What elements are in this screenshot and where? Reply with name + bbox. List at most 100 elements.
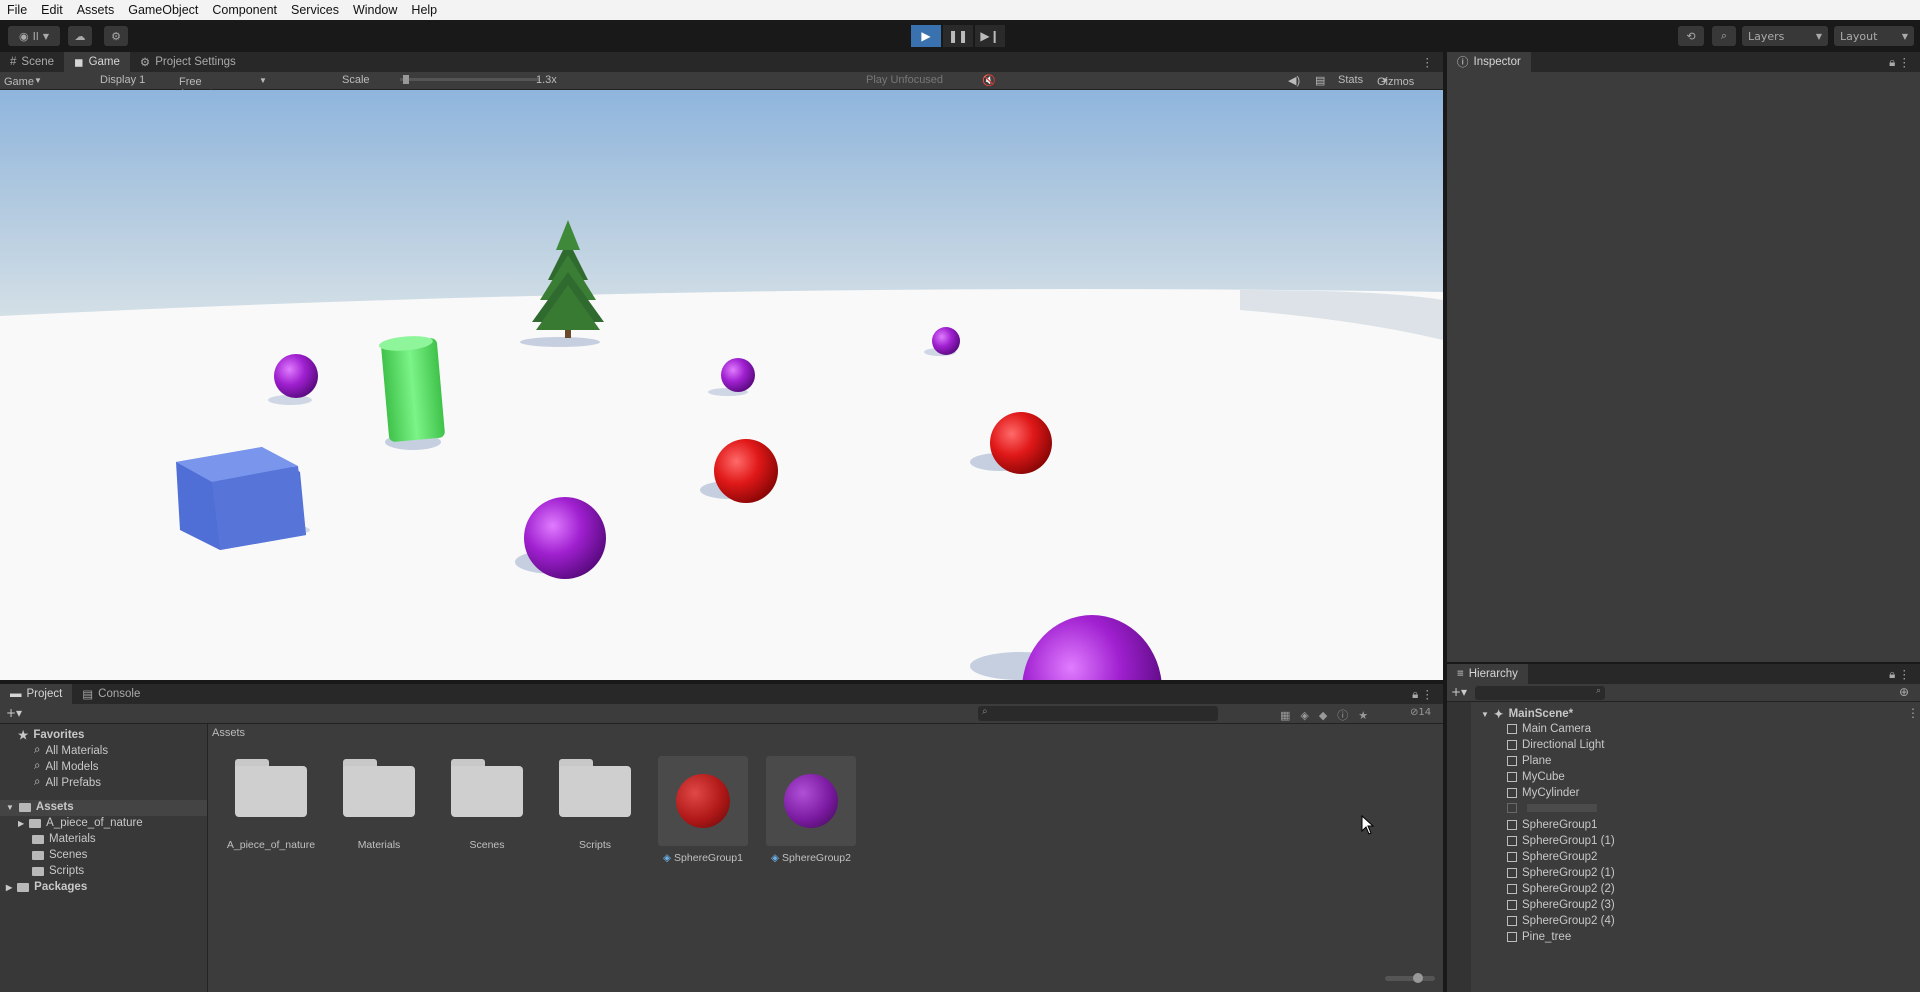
- pause-icon[interactable]: ❚❚: [943, 25, 973, 47]
- chevron-down-icon: ▼: [259, 76, 267, 85]
- account-button[interactable]: ◉ Il ▼: [8, 26, 60, 46]
- tab-project-settings[interactable]: ⚙ Project Settings: [130, 52, 246, 72]
- layers-dropdown[interactable]: Layers ▼: [1742, 26, 1828, 46]
- filter-icons[interactable]: ▦◈◆ⓘ★: [1280, 707, 1378, 723]
- menu-services[interactable]: Services: [284, 3, 346, 17]
- step-icon[interactable]: ▶❙: [975, 25, 1005, 47]
- hierarchy-item[interactable]: SphereGroup2 (4): [1507, 915, 1615, 927]
- hierarchy-item[interactable]: SphereGroup2 (3): [1507, 899, 1615, 911]
- item-label: SphereGroup2 (1): [1522, 867, 1615, 879]
- play-icon[interactable]: ▶: [911, 25, 941, 47]
- mute-icon[interactable]: 🔇: [982, 74, 996, 87]
- hierarchy-item[interactable]: SphereGroup1 (1): [1507, 835, 1615, 847]
- hidden-count-value: 14: [1418, 707, 1432, 718]
- purple-sphere: [524, 497, 606, 579]
- asset-prefab-spheregroup1[interactable]: ◈ SphereGroup1: [658, 756, 748, 864]
- more-options-icon[interactable]: ⋮: [1412, 52, 1444, 72]
- asset-folder-a-piece-of-nature[interactable]: A_piece_of_nature: [226, 759, 316, 851]
- breadcrumb[interactable]: Assets: [212, 727, 245, 739]
- lock-icon[interactable]: 🔒︎ ⋮: [1879, 52, 1920, 72]
- tab-inspector[interactable]: ⓘ Inspector: [1447, 52, 1531, 72]
- display-dropdown[interactable]: Display 1: [100, 74, 145, 86]
- layout-dropdown[interactable]: Layout ▼: [1834, 26, 1914, 46]
- tree-folder-materials[interactable]: Materials: [32, 833, 96, 845]
- tree-folder-scripts[interactable]: Scripts: [32, 865, 84, 877]
- tab-game[interactable]: ◼ Game: [64, 52, 130, 72]
- zoom-slider[interactable]: [1385, 976, 1435, 981]
- hierarchy-item[interactable]: MyCylinder: [1507, 787, 1580, 799]
- tree-folder-scenes[interactable]: Scenes: [32, 849, 87, 861]
- mouse-cursor-icon: [1361, 815, 1375, 835]
- search-input[interactable]: ⌕: [978, 706, 1218, 721]
- history-icon[interactable]: ⟲: [1678, 26, 1704, 46]
- hierarchy-item[interactable]: Plane: [1507, 755, 1551, 767]
- tab-label: Scene: [21, 56, 55, 68]
- hierarchy-item[interactable]: Directional Light: [1507, 739, 1604, 751]
- frame-icon[interactable]: ▤: [1315, 74, 1325, 87]
- item-label: Plane: [1522, 755, 1552, 767]
- zoom-slider-handle[interactable]: [1413, 973, 1423, 983]
- menu-edit[interactable]: Edit: [34, 3, 70, 17]
- asset-folder-scenes[interactable]: Scenes: [442, 759, 532, 851]
- favorites-section[interactable]: ★ Favorites: [18, 728, 84, 742]
- game-icon: ◼: [74, 57, 84, 69]
- hierarchy-item[interactable]: SphereGroup1: [1507, 819, 1597, 831]
- tab-console[interactable]: ▤ Console: [72, 684, 150, 704]
- asset-folder-scripts[interactable]: Scripts: [550, 759, 640, 851]
- stats-button[interactable]: Stats: [1338, 74, 1363, 86]
- menu-bar: File Edit Assets GameObject Component Se…: [0, 0, 1920, 20]
- item-label: Main Camera: [1522, 723, 1592, 735]
- gameobject-icon: [1507, 820, 1517, 830]
- menu-gameobject[interactable]: GameObject: [121, 3, 205, 17]
- scene-root[interactable]: ▼ ✦ MainScene*: [1481, 707, 1573, 721]
- game-mode-label: Game: [4, 76, 34, 88]
- menu-window[interactable]: Window: [346, 3, 404, 17]
- menu-component[interactable]: Component: [205, 3, 284, 17]
- asset-folder-materials[interactable]: Materials: [334, 759, 424, 851]
- play-mode-dropdown[interactable]: Play Unfocused: [866, 74, 943, 86]
- hierarchy-item[interactable]: SphereGroup2 (2): [1507, 883, 1615, 895]
- lock-icon[interactable]: 🔒︎ ⋮: [1879, 664, 1920, 684]
- tab-hierarchy[interactable]: ≡ Hierarchy: [1447, 664, 1528, 684]
- search-icon[interactable]: ⌕: [1712, 26, 1736, 46]
- collab-icon[interactable]: ⚙: [104, 26, 128, 46]
- chevron-right-icon: ▶: [6, 882, 13, 892]
- menu-file[interactable]: File: [0, 3, 34, 17]
- scene-visibility-icon[interactable]: ⊕: [1899, 685, 1909, 699]
- search-input[interactable]: ⌕: [1475, 686, 1605, 700]
- hierarchy-item[interactable]: MyCube: [1507, 771, 1565, 783]
- purple-sphere: [932, 327, 960, 355]
- assets-root[interactable]: ▼ Assets: [6, 801, 74, 813]
- chevron-down-icon: ▼: [1815, 31, 1822, 41]
- tab-project[interactable]: ▬ Project: [0, 684, 73, 704]
- scale-slider-handle[interactable]: [403, 75, 409, 84]
- favorite-all-materials[interactable]: ⌕ All Materials: [34, 744, 108, 757]
- audio-icon[interactable]: ◀): [1288, 74, 1300, 87]
- layout-label: Layout: [1840, 29, 1878, 43]
- game-viewport[interactable]: [0, 90, 1443, 680]
- create-button[interactable]: +▾: [1451, 685, 1467, 699]
- favorite-all-prefabs[interactable]: ⌕ All Prefabs: [34, 776, 101, 789]
- tab-scene[interactable]: # Scene: [0, 52, 64, 72]
- packages-root[interactable]: ▶ Packages: [6, 881, 87, 893]
- chevron-down-icon: ▼: [1381, 76, 1389, 85]
- menu-assets[interactable]: Assets: [70, 3, 122, 17]
- hierarchy-item[interactable]: SphereGroup2 (1): [1507, 867, 1615, 879]
- create-button[interactable]: +▾: [6, 706, 22, 720]
- hierarchy-item[interactable]: Pine_tree: [1507, 931, 1571, 943]
- tree-folder-a-piece-of-nature[interactable]: ▶ A_piece_of_nature: [18, 817, 143, 829]
- favorite-all-models[interactable]: ⌕ All Models: [34, 760, 99, 773]
- asset-prefab-spheregroup2[interactable]: ◈ SphereGroup2: [766, 756, 856, 864]
- lock-icon[interactable]: 🔒︎ ⋮: [1402, 684, 1443, 704]
- menu-help[interactable]: Help: [404, 3, 444, 17]
- folder-label: Scenes: [49, 849, 88, 861]
- hierarchy-item[interactable]: Main Camera: [1507, 723, 1591, 735]
- hierarchy-item[interactable]: SphereGroup2: [1507, 851, 1597, 863]
- cloud-icon[interactable]: ☁: [68, 26, 92, 46]
- gameobject-icon: [1507, 900, 1517, 910]
- gameobject-icon: [1507, 788, 1517, 798]
- more-options-icon[interactable]: ⋮: [1907, 706, 1919, 720]
- scale-slider[interactable]: [400, 78, 540, 81]
- hierarchy-item-disabled[interactable]: [1507, 803, 1597, 813]
- gear-icon: ⚙: [139, 57, 151, 69]
